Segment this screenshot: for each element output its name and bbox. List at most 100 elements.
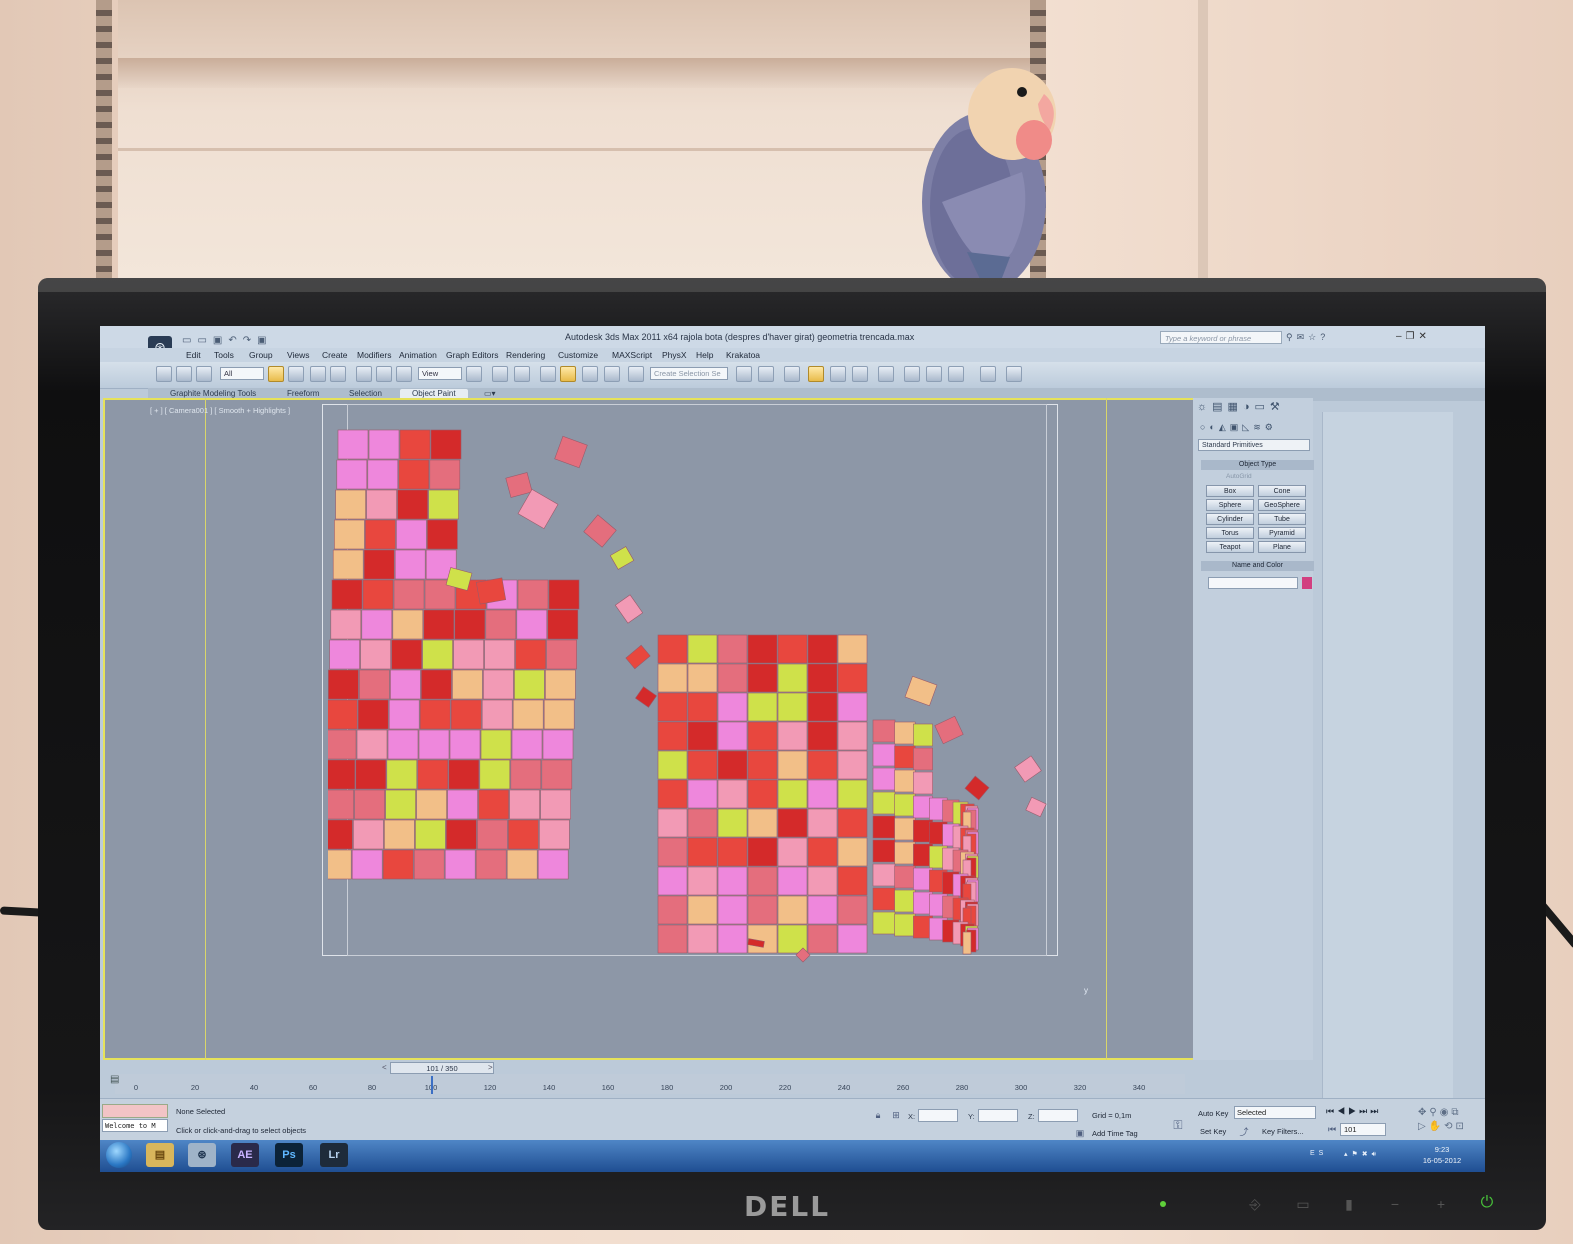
key-filter-icon[interactable]: ⤴ bbox=[1238, 1125, 1250, 1137]
monitor-input-button[interactable]: ⎆ bbox=[1244, 1196, 1266, 1212]
unlink-icon[interactable] bbox=[176, 366, 192, 382]
auto-key-button[interactable]: Auto Key bbox=[1198, 1109, 1228, 1119]
add-time-tag[interactable]: Add Time Tag bbox=[1092, 1129, 1162, 1139]
cylinder-button[interactable]: Cylinder bbox=[1206, 513, 1254, 525]
maxscript-output[interactable]: Welcome to M bbox=[102, 1119, 168, 1132]
link-icon[interactable] bbox=[156, 366, 172, 382]
menu-graph-editors[interactable]: Graph Editors bbox=[446, 350, 498, 362]
material-editor-icon[interactable] bbox=[878, 366, 894, 382]
move-icon[interactable] bbox=[356, 366, 372, 382]
3dsmax-taskbar-icon[interactable]: ⊛ bbox=[188, 1143, 216, 1167]
menu-maxscript[interactable]: MAXScript bbox=[612, 350, 652, 362]
set-key-button[interactable]: Set Key bbox=[1200, 1127, 1226, 1137]
menu-group[interactable]: Group bbox=[249, 350, 273, 362]
spinner-snap-icon[interactable] bbox=[604, 366, 620, 382]
curve-editor-icon[interactable] bbox=[830, 366, 846, 382]
taskbar-clock[interactable]: 9:23 16-05-2012 bbox=[1418, 1144, 1466, 1166]
physx-icon[interactable] bbox=[1006, 366, 1022, 382]
pivot-center-icon[interactable] bbox=[466, 366, 482, 382]
menu-tools[interactable]: Tools bbox=[214, 350, 234, 362]
rotate-icon[interactable] bbox=[376, 366, 392, 382]
playback-controls[interactable]: ⏮◀▶⏭⏭ bbox=[1326, 1106, 1416, 1118]
bind-spacewarp-icon[interactable] bbox=[196, 366, 212, 382]
maxscript-mini-listener[interactable] bbox=[102, 1104, 168, 1118]
menu-physx[interactable]: PhysX bbox=[662, 350, 687, 362]
key-mode-dropdown[interactable]: Selected bbox=[1234, 1106, 1316, 1119]
start-button[interactable] bbox=[106, 1142, 132, 1168]
system-tray-icons[interactable]: ▴⚑✖🔊︎ bbox=[1344, 1150, 1414, 1160]
sphere-button[interactable]: Sphere bbox=[1206, 499, 1254, 511]
lock-selection-icon[interactable]: 🔒︎ bbox=[872, 1110, 884, 1122]
object-color-swatch[interactable] bbox=[1302, 577, 1312, 589]
rollout-object-type[interactable]: Object Type bbox=[1201, 460, 1314, 470]
pyramid-button[interactable]: Pyramid bbox=[1258, 527, 1306, 539]
render-setup-icon[interactable] bbox=[904, 366, 920, 382]
time-slider-next-icon[interactable]: > bbox=[488, 1063, 498, 1073]
after-effects-taskbar-icon[interactable]: AE bbox=[231, 1143, 259, 1167]
monitor-power-icon[interactable]: ⏻ bbox=[1477, 1194, 1497, 1214]
menu-customize[interactable]: Customize bbox=[558, 350, 598, 362]
angle-snap-icon[interactable] bbox=[560, 366, 576, 382]
plane-button[interactable]: Plane bbox=[1258, 541, 1306, 553]
window-crossing-icon[interactable] bbox=[330, 366, 346, 382]
geosphere-button[interactable]: GeoSphere bbox=[1258, 499, 1306, 511]
autogrid-checkbox[interactable]: AutoGrid bbox=[1226, 473, 1286, 482]
quick-access-toolbar[interactable]: ▭▭▣↶↷▣ bbox=[182, 335, 302, 347]
teapot-button[interactable]: Teapot bbox=[1206, 541, 1254, 553]
box-button[interactable]: Box bbox=[1206, 485, 1254, 497]
cone-button[interactable]: Cone bbox=[1258, 485, 1306, 497]
viewport-label[interactable]: [ + ] [ Camera001 ] [ Smooth + Highlight… bbox=[150, 406, 290, 416]
reference-coord-dropdown[interactable]: View bbox=[418, 367, 462, 380]
edit-named-selection-icon[interactable] bbox=[628, 366, 644, 382]
monitor-minus-button[interactable]: − bbox=[1384, 1196, 1406, 1212]
keyboard-shortcut-icon[interactable] bbox=[514, 366, 530, 382]
rect-selection-icon[interactable] bbox=[310, 366, 326, 382]
monitor-plus-button[interactable]: + bbox=[1430, 1196, 1452, 1212]
menu-animation[interactable]: Animation bbox=[399, 350, 437, 362]
selection-filter-dropdown[interactable]: All bbox=[220, 367, 264, 380]
mirror-icon[interactable] bbox=[736, 366, 752, 382]
layer-manager-icon[interactable] bbox=[784, 366, 800, 382]
menu-rendering[interactable]: Rendering bbox=[506, 350, 545, 362]
krakatoa-icon[interactable] bbox=[980, 366, 996, 382]
menu-krakatoa[interactable]: Krakatoa bbox=[726, 350, 760, 362]
graphite-toggle-icon[interactable] bbox=[808, 366, 824, 382]
select-object-icon[interactable] bbox=[268, 366, 284, 382]
absolute-mode-icon[interactable]: ⊞ bbox=[890, 1110, 902, 1122]
z-coord-field[interactable] bbox=[1038, 1109, 1078, 1122]
create-category-icons[interactable]: ○◐◭▣◺≋⚙ bbox=[1200, 422, 1310, 434]
percent-snap-icon[interactable] bbox=[582, 366, 598, 382]
x-coord-field[interactable] bbox=[918, 1109, 958, 1122]
photoshop-taskbar-icon[interactable]: Ps bbox=[275, 1143, 303, 1167]
torus-button[interactable]: Torus bbox=[1206, 527, 1254, 539]
named-selection-dropdown[interactable]: Create Selection Se bbox=[650, 367, 728, 380]
time-slider[interactable]: 101 / 350 bbox=[390, 1062, 494, 1074]
lightroom-taskbar-icon[interactable]: Lr bbox=[320, 1143, 348, 1167]
tube-button[interactable]: Tube bbox=[1258, 513, 1306, 525]
select-manipulate-icon[interactable] bbox=[492, 366, 508, 382]
menu-help[interactable]: Help bbox=[696, 350, 713, 362]
search-input[interactable]: Type a keyword or phrase bbox=[1160, 331, 1282, 344]
set-keys-key-icon[interactable]: ⚿ bbox=[1172, 1118, 1184, 1132]
primitive-category-dropdown[interactable]: Standard Primitives bbox=[1198, 439, 1310, 451]
menu-edit[interactable]: Edit bbox=[186, 350, 201, 362]
key-filters-button[interactable]: Key Filters... bbox=[1262, 1127, 1304, 1137]
scale-icon[interactable] bbox=[396, 366, 412, 382]
menu-modifiers[interactable]: Modifiers bbox=[357, 350, 391, 362]
menu-views[interactable]: Views bbox=[287, 350, 310, 362]
y-coord-field[interactable] bbox=[978, 1109, 1018, 1122]
select-by-name-icon[interactable] bbox=[288, 366, 304, 382]
rollout-name-and-color[interactable]: Name and Color bbox=[1201, 561, 1314, 571]
render-production-icon[interactable] bbox=[948, 366, 964, 382]
playhead[interactable] bbox=[431, 1076, 433, 1094]
monitor-menu-button[interactable]: ▮ bbox=[1338, 1196, 1360, 1212]
command-panel-tabs[interactable]: ☼▤▦◑▭⚒ bbox=[1197, 400, 1307, 414]
object-name-field[interactable] bbox=[1208, 577, 1298, 589]
snap-toggle-icon[interactable] bbox=[540, 366, 556, 382]
mini-curve-editor-icon[interactable]: ▤ bbox=[110, 1074, 124, 1088]
schematic-view-icon[interactable] bbox=[852, 366, 868, 382]
current-frame-field[interactable]: 101 bbox=[1340, 1123, 1386, 1136]
explorer-taskbar-icon[interactable]: ▤ bbox=[146, 1143, 174, 1167]
menu-create[interactable]: Create bbox=[322, 350, 348, 362]
language-indicator[interactable]: ES bbox=[1310, 1150, 1330, 1160]
